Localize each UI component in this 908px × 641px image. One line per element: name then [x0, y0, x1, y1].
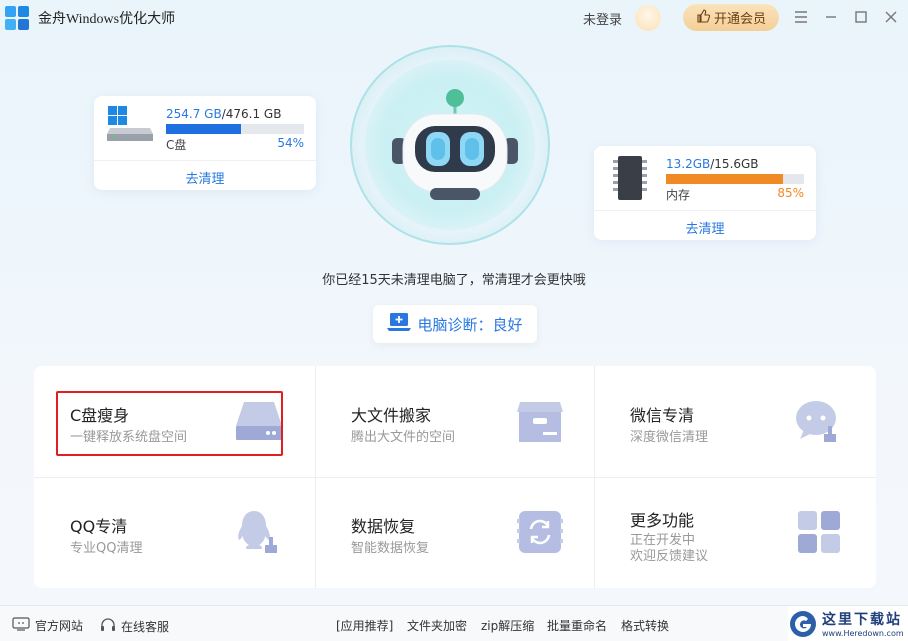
- menu-icon[interactable]: [792, 6, 810, 28]
- memory-chip-icon: [612, 154, 648, 206]
- watermark-en: www.Heredown.com: [822, 629, 904, 638]
- disk-progress-bar: [166, 124, 304, 134]
- footer-bar: 官方网站 在线客服 [应用推荐] 文件夹加密 zip解压缩 批量重命名 格式转换: [0, 605, 908, 641]
- avatar[interactable]: [635, 5, 661, 31]
- recommend-label: [应用推荐]: [336, 619, 394, 633]
- support-label: 在线客服: [121, 620, 170, 634]
- monitor-icon: [12, 617, 30, 634]
- wechat-clean-icon: [794, 396, 844, 446]
- website-label: 官方网站: [35, 619, 84, 633]
- feature-wechat-clean[interactable]: 微信专清 深度微信清理: [594, 366, 874, 477]
- vip-label: 开通会员: [713, 12, 766, 27]
- maximize-icon[interactable]: [852, 6, 870, 28]
- cleanup-hint: 你已经15天未清理电脑了，常清理才会更快哦: [322, 273, 586, 288]
- feature-subtitle-2: 欢迎反馈建议: [630, 549, 709, 564]
- box-icon: [515, 396, 565, 446]
- memory-clean-button[interactable]: 去清理: [594, 218, 816, 237]
- feature-qq-clean[interactable]: QQ专清 专业QQ清理: [34, 477, 314, 588]
- support-link[interactable]: 在线客服: [100, 617, 169, 636]
- feature-title: 微信专清: [630, 406, 695, 425]
- watermark-logo-icon: [790, 610, 816, 637]
- link-format-convert[interactable]: 格式转换: [621, 617, 669, 634]
- feature-subtitle: 专业QQ清理: [70, 541, 143, 556]
- memory-total: /15.6GB: [710, 157, 759, 171]
- grid-icon: [794, 507, 844, 557]
- feature-subtitle: 深度微信清理: [630, 430, 709, 445]
- memory-progress-fill: [666, 174, 784, 184]
- feature-title: 大文件搬家: [351, 406, 432, 425]
- disk-used: 254.7 GB: [166, 107, 222, 121]
- qq-clean-icon: [234, 507, 284, 557]
- memory-percent: 85%: [777, 186, 804, 200]
- hard-drive-icon: [106, 106, 154, 146]
- diagnosis-label: 电脑诊断：良好: [417, 315, 523, 334]
- link-zip[interactable]: zip解压缩: [481, 617, 534, 634]
- thumbs-up-icon: [696, 8, 711, 27]
- highlight-box: [56, 391, 283, 456]
- memory-progress-bar: [666, 174, 804, 184]
- feature-title: QQ专清: [70, 517, 128, 536]
- app-logo-icon: [5, 6, 29, 30]
- minimize-icon[interactable]: [822, 6, 840, 28]
- window-controls: [792, 6, 900, 28]
- login-link[interactable]: 未登录: [583, 9, 622, 28]
- memory-label: 内存: [666, 188, 691, 202]
- memory-card: 13.2GB/15.6GB 内存 85% 去清理: [594, 146, 816, 240]
- vip-button[interactable]: 开通会员: [683, 4, 779, 31]
- disk-percent: 54%: [277, 136, 304, 150]
- disk-total: /476.1 GB: [221, 107, 282, 121]
- feature-large-file-move[interactable]: 大文件搬家 腾出大文件的空间: [315, 366, 595, 477]
- app-title: 金舟Windows优化大师: [38, 12, 176, 27]
- disk-card: 254.7 GB/476.1 GB C盘 54% 去清理: [94, 96, 316, 190]
- close-icon[interactable]: [882, 6, 900, 28]
- memory-used: 13.2GB: [666, 157, 711, 171]
- robot-mascot-icon: [390, 88, 520, 208]
- feature-subtitle: 腾出大文件的空间: [351, 430, 456, 445]
- feature-subtitle: 智能数据恢复: [351, 541, 430, 556]
- link-batch-rename[interactable]: 批量重命名: [547, 617, 607, 634]
- watermark: 这里下载站 www.Heredown.com: [788, 606, 908, 641]
- website-link[interactable]: 官方网站: [12, 617, 83, 634]
- diagnosis-button[interactable]: 电脑诊断：良好: [373, 305, 537, 343]
- app-window: 金舟Windows优化大师 未登录 开通会员 254.7 GB/476.1 GB…: [0, 0, 908, 641]
- feature-title: 数据恢复: [351, 517, 416, 536]
- link-folder-encrypt[interactable]: 文件夹加密: [407, 617, 467, 634]
- watermark-cn: 这里下载站: [822, 612, 902, 628]
- feature-title: 更多功能: [630, 511, 695, 530]
- disk-progress-fill: [166, 124, 241, 134]
- recovery-icon: [515, 507, 565, 557]
- headset-icon: [100, 617, 116, 636]
- laptop-plus-icon: [387, 312, 412, 336]
- feature-more[interactable]: 更多功能 正在开发中 欢迎反馈建议: [594, 477, 874, 588]
- feature-data-recovery[interactable]: 数据恢复 智能数据恢复: [315, 477, 595, 588]
- title-bar: 金舟Windows优化大师 未登录 开通会员: [0, 0, 908, 36]
- disk-label: C盘: [166, 138, 187, 152]
- disk-clean-button[interactable]: 去清理: [94, 168, 316, 187]
